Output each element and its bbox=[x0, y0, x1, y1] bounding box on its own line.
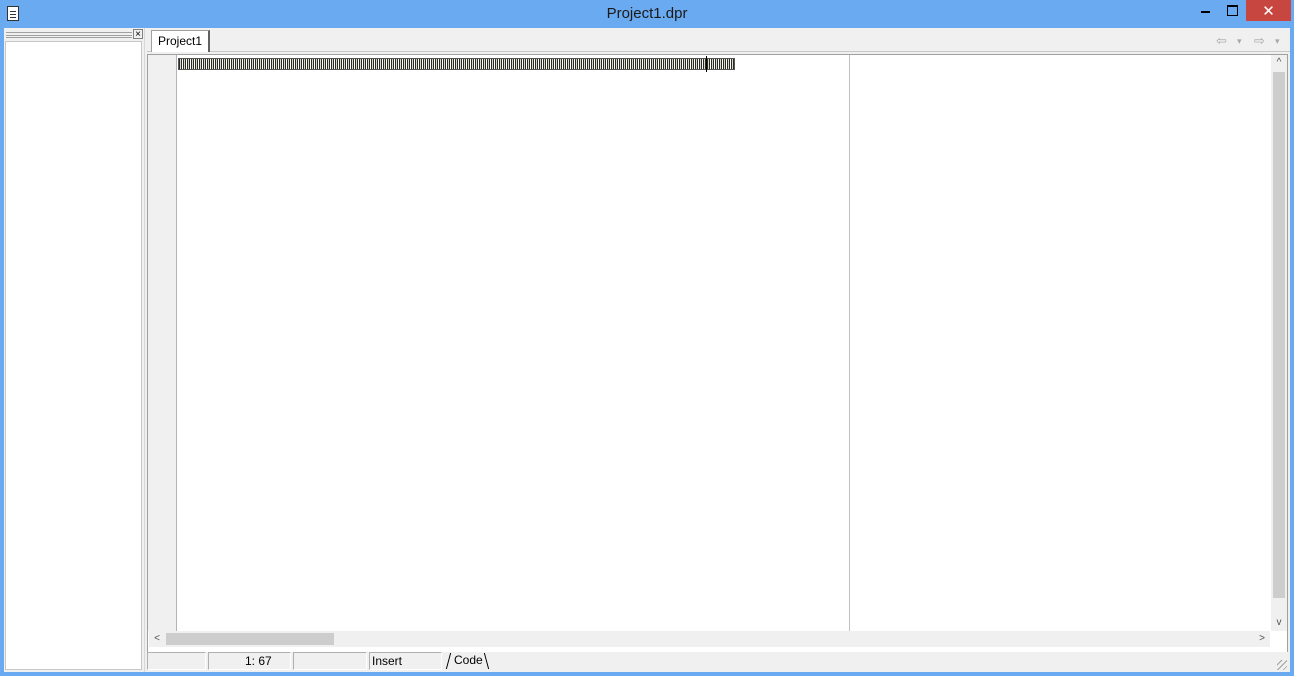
scroll-left-icon[interactable]: < bbox=[149, 631, 165, 647]
vertical-scrollbar[interactable]: ^ v bbox=[1271, 55, 1287, 631]
client-area: × Project1 ⇦ ▾ ⇨ ▾ ^ v < > 1: 67 Insert … bbox=[4, 28, 1290, 672]
code-editor[interactable]: ^ v < > bbox=[147, 54, 1288, 658]
window-title: Project1.dpr bbox=[606, 5, 688, 22]
panel-close-icon[interactable]: × bbox=[133, 29, 143, 40]
status-bar: 1: 67 Insert Code bbox=[147, 652, 1290, 671]
panel-grip[interactable] bbox=[6, 32, 132, 38]
code-text-area[interactable] bbox=[178, 55, 1271, 631]
status-cell-blank bbox=[293, 652, 367, 670]
forward-dropdown-icon[interactable]: ▾ bbox=[1275, 36, 1280, 47]
insert-mode-indicator: Insert bbox=[369, 652, 442, 670]
close-button[interactable]: ✕ bbox=[1246, 0, 1291, 21]
vertical-scroll-thumb[interactable] bbox=[1273, 72, 1285, 598]
scroll-down-icon[interactable]: v bbox=[1271, 615, 1287, 631]
maximize-button[interactable] bbox=[1219, 0, 1246, 21]
right-margin-line bbox=[849, 55, 850, 631]
cursor-position: 1: 67 bbox=[208, 652, 291, 670]
explorer-tree[interactable] bbox=[5, 41, 142, 670]
forward-arrow-icon[interactable]: ⇨ bbox=[1254, 33, 1265, 49]
scroll-up-icon[interactable]: ^ bbox=[1271, 55, 1287, 71]
ide-window: Project1.dpr ✕ × Project1 ⇦ ▾ ⇨ ▾ ^ v < … bbox=[0, 0, 1294, 676]
horizontal-scroll-thumb[interactable] bbox=[166, 633, 334, 645]
editor-tab-bar: Project1 ⇦ ▾ ⇨ ▾ bbox=[147, 28, 1290, 52]
text-caret bbox=[706, 56, 707, 72]
tab-code-view[interactable]: Code bbox=[448, 653, 487, 669]
code-line[interactable] bbox=[178, 58, 735, 70]
line-gutter[interactable] bbox=[148, 55, 177, 631]
back-arrow-icon[interactable]: ⇦ bbox=[1216, 33, 1227, 49]
tab-project1[interactable]: Project1 bbox=[151, 30, 211, 52]
back-dropdown-icon[interactable]: ▾ bbox=[1237, 36, 1242, 47]
status-cell-modified bbox=[147, 652, 206, 670]
scroll-right-icon[interactable]: > bbox=[1254, 631, 1270, 647]
horizontal-scrollbar[interactable]: < > bbox=[149, 631, 1270, 647]
explorer-panel: × bbox=[4, 28, 145, 672]
minimize-button[interactable] bbox=[1192, 0, 1219, 21]
title-bar[interactable]: Project1.dpr ✕ bbox=[0, 0, 1294, 28]
resize-grip-icon[interactable] bbox=[1277, 660, 1287, 670]
